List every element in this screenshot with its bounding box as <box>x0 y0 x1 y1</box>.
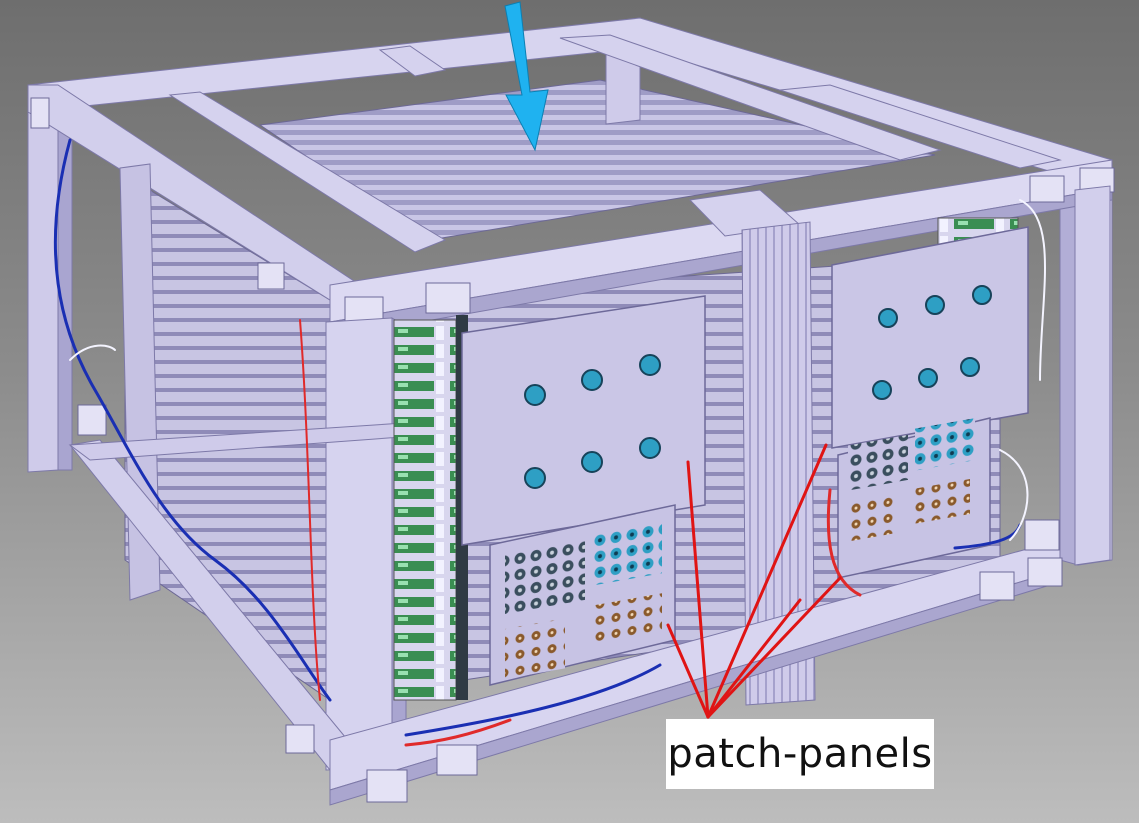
patch-panel-right-large <box>831 226 1029 449</box>
patch-panels-label: patch-panels <box>667 731 933 777</box>
detector-frame-illustration <box>27 1 1115 806</box>
patch-panels-callout: patch-panels <box>666 719 934 789</box>
